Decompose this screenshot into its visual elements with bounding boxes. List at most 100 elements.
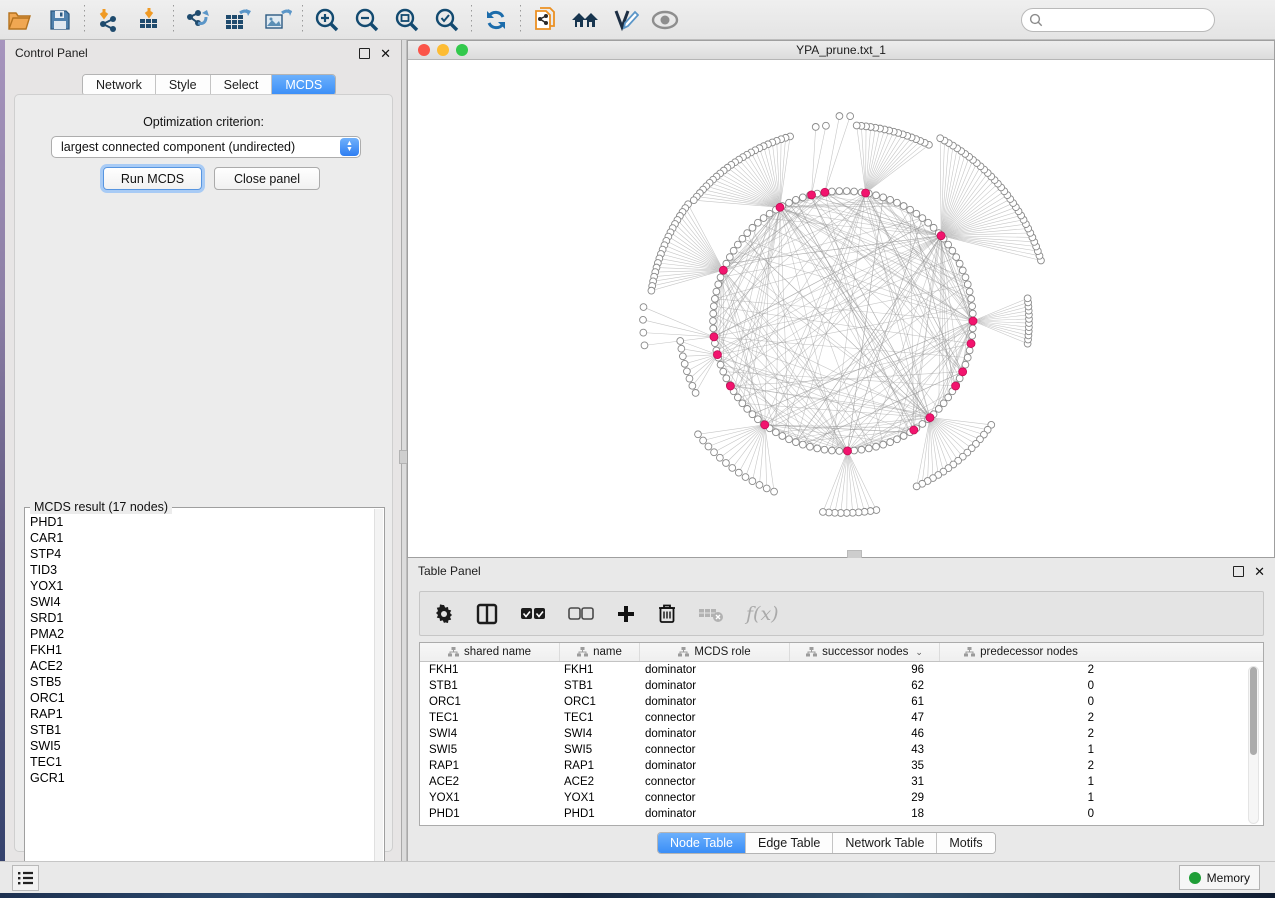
mcds-result-item[interactable]: PHD1 bbox=[26, 514, 371, 530]
mcds-result-item[interactable]: TEC1 bbox=[26, 754, 371, 770]
table-panel-tab[interactable]: Network Table bbox=[833, 833, 937, 853]
cell-predecessor-nodes: 2 bbox=[940, 728, 1102, 740]
mcds-result-item[interactable]: STP4 bbox=[26, 546, 371, 562]
sort-indicator-icon: ⌄ bbox=[915, 647, 923, 658]
mcds-result-box: MCDS result (17 nodes) PHD1CAR1STP4TID3Y… bbox=[24, 507, 385, 877]
search-icon bbox=[1029, 13, 1043, 27]
table-scrollbar[interactable] bbox=[1248, 666, 1259, 824]
cell-shared-name: ORC1 bbox=[420, 696, 560, 708]
run-mcds-button[interactable]: Run MCDS bbox=[103, 167, 202, 190]
close-panel-icon[interactable]: ✕ bbox=[380, 48, 391, 59]
float-panel-icon[interactable] bbox=[1233, 566, 1244, 577]
mcds-result-item[interactable]: SWI5 bbox=[26, 738, 371, 754]
column-header[interactable]: predecessor nodes bbox=[940, 643, 1102, 661]
memory-button[interactable]: Memory bbox=[1179, 865, 1260, 890]
zoom-fit-icon[interactable] bbox=[387, 3, 427, 37]
table-row[interactable]: SWI4 SWI4 dominator 46 2 bbox=[420, 726, 1263, 742]
float-panel-icon[interactable] bbox=[359, 48, 370, 59]
mcds-result-item[interactable]: SRD1 bbox=[26, 610, 371, 626]
save-session-icon[interactable] bbox=[40, 3, 80, 37]
cell-shared-name: FKH1 bbox=[420, 664, 560, 676]
network-canvas[interactable] bbox=[408, 60, 1274, 557]
first-neighbors-icon[interactable] bbox=[565, 3, 605, 37]
zoom-in-icon[interactable] bbox=[307, 3, 347, 37]
column-header[interactable]: MCDS role bbox=[640, 643, 790, 661]
cell-name: YOX1 bbox=[560, 792, 640, 804]
mcds-result-item[interactable]: YOX1 bbox=[26, 578, 371, 594]
import-network-icon[interactable] bbox=[89, 3, 129, 37]
table-row[interactable]: FKH1 FKH1 dominator 96 2 bbox=[420, 662, 1263, 678]
table-row[interactable]: STB1 STB1 dominator 62 0 bbox=[420, 678, 1263, 694]
cell-predecessor-nodes: 1 bbox=[940, 792, 1102, 804]
select-all-icon[interactable] bbox=[520, 607, 546, 621]
mcds-result-item[interactable]: SWI4 bbox=[26, 594, 371, 610]
add-row-icon[interactable] bbox=[616, 604, 636, 624]
mcds-result-item[interactable]: STB1 bbox=[26, 722, 371, 738]
table-panel-tab[interactable]: Motifs bbox=[937, 833, 994, 853]
control-panel-tab[interactable]: Select bbox=[211, 75, 273, 95]
cell-shared-name: SWI4 bbox=[420, 728, 560, 740]
deselect-all-icon[interactable] bbox=[568, 607, 594, 621]
zoom-out-icon[interactable] bbox=[347, 3, 387, 37]
node-table-header: shared name name MCDS role successor nod… bbox=[420, 643, 1263, 662]
zoom-selected-icon[interactable] bbox=[427, 3, 467, 37]
result-list-scrollbar[interactable] bbox=[374, 509, 383, 877]
delete-row-icon[interactable] bbox=[658, 603, 676, 624]
control-panel-tab[interactable]: Network bbox=[83, 75, 156, 95]
import-table-icon[interactable] bbox=[129, 3, 169, 37]
open-session-icon[interactable] bbox=[0, 3, 40, 37]
mcds-result-item[interactable]: RAP1 bbox=[26, 706, 371, 722]
mcds-result-item[interactable]: GCR1 bbox=[26, 770, 371, 786]
close-panel-button[interactable]: Close panel bbox=[214, 167, 320, 190]
table-scrollbar-thumb[interactable] bbox=[1250, 667, 1257, 755]
control-panel-tab[interactable]: MCDS bbox=[272, 75, 335, 95]
close-panel-icon[interactable]: ✕ bbox=[1254, 566, 1265, 577]
table-row[interactable]: ORC1 ORC1 dominator 61 0 bbox=[420, 694, 1263, 710]
table-row[interactable]: ACE2 ACE2 connector 31 1 bbox=[420, 774, 1263, 790]
mcds-result-item[interactable]: TID3 bbox=[26, 562, 371, 578]
table-panel: Table Panel ✕ f(x) bbox=[407, 558, 1275, 861]
show-column-icon[interactable] bbox=[476, 603, 498, 625]
table-options-icon[interactable] bbox=[434, 604, 454, 624]
cell-successor-nodes: 35 bbox=[790, 760, 940, 772]
task-history-button[interactable] bbox=[12, 865, 39, 891]
control-panel-tab[interactable]: Style bbox=[156, 75, 211, 95]
cell-successor-nodes: 47 bbox=[790, 712, 940, 724]
mcds-result-item[interactable]: STB5 bbox=[26, 674, 371, 690]
apply-layout-icon[interactable] bbox=[476, 3, 516, 37]
table-row[interactable]: RAP1 RAP1 dominator 35 2 bbox=[420, 758, 1263, 774]
cell-mcds-role: dominator bbox=[640, 760, 790, 772]
table-row[interactable]: TEC1 TEC1 connector 47 2 bbox=[420, 710, 1263, 726]
export-network-icon[interactable] bbox=[178, 3, 218, 37]
table-row[interactable]: YOX1 YOX1 connector 29 1 bbox=[420, 790, 1263, 806]
column-header[interactable]: name bbox=[560, 643, 640, 661]
export-image-icon[interactable] bbox=[258, 3, 298, 37]
network-window-titlebar[interactable]: YPA_prune.txt_1 bbox=[408, 41, 1274, 60]
cell-name: ACE2 bbox=[560, 776, 640, 788]
toolbar-separator bbox=[302, 5, 303, 35]
mcds-result-item[interactable]: PMA2 bbox=[26, 626, 371, 642]
cell-predecessor-nodes: 2 bbox=[940, 664, 1102, 676]
new-network-from-selection-icon[interactable] bbox=[525, 3, 565, 37]
desktop-wallpaper-bottom bbox=[0, 893, 1275, 898]
table-panel-tab[interactable]: Edge Table bbox=[746, 833, 833, 853]
mcds-result-item[interactable]: ACE2 bbox=[26, 658, 371, 674]
column-header[interactable]: shared name bbox=[420, 643, 560, 661]
optimization-criterion-select[interactable]: largest connected component (undirected)… bbox=[51, 136, 361, 158]
mcds-result-item[interactable]: ORC1 bbox=[26, 690, 371, 706]
mcds-result-item[interactable]: FKH1 bbox=[26, 642, 371, 658]
mcds-result-title: MCDS result (17 nodes) bbox=[30, 500, 172, 514]
table-row[interactable]: PHD1 PHD1 dominator 18 0 bbox=[420, 806, 1263, 822]
table-row[interactable]: SWI5 SWI5 connector 43 1 bbox=[420, 742, 1263, 758]
export-table-icon[interactable] bbox=[218, 3, 258, 37]
annotation-mode-icon[interactable] bbox=[605, 3, 645, 37]
table-panel-tab[interactable]: Node Table bbox=[658, 833, 746, 853]
search-box[interactable] bbox=[1021, 8, 1215, 32]
search-input[interactable] bbox=[1047, 13, 1207, 27]
control-panel: Control Panel ✕ NetworkStyleSelectMCDS O… bbox=[5, 40, 402, 861]
cell-shared-name: STB1 bbox=[420, 680, 560, 692]
mcds-result-item[interactable]: CAR1 bbox=[26, 530, 371, 546]
cell-successor-nodes: 96 bbox=[790, 664, 940, 676]
show-graphics-details-icon[interactable] bbox=[645, 3, 685, 37]
column-header[interactable]: successor nodes ⌄ bbox=[790, 643, 940, 661]
